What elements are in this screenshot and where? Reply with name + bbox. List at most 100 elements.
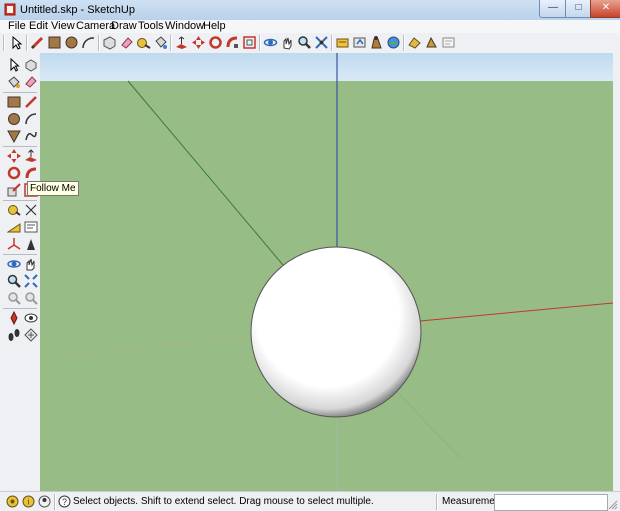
eraser-icon[interactable] (24, 75, 38, 89)
components-icon[interactable] (369, 35, 384, 50)
offset-icon[interactable] (242, 35, 257, 50)
measurements-input[interactable] (494, 494, 608, 511)
menu-view[interactable]: View (51, 20, 75, 33)
add-location-icon[interactable] (441, 35, 456, 50)
svg-text:?: ? (62, 497, 67, 507)
look-around-icon[interactable] (24, 311, 38, 325)
menu-tools[interactable]: Tools (138, 20, 164, 33)
rotate-icon[interactable] (208, 35, 223, 50)
toolbar-separator (331, 35, 333, 51)
axes-icon[interactable] (7, 237, 21, 251)
palette-separator (3, 146, 37, 147)
rectangle-icon[interactable] (7, 95, 21, 109)
title-bar[interactable]: Untitled.skp - SketchUp — □ ✕ (0, 0, 620, 20)
3d-text-icon[interactable] (24, 237, 38, 251)
pencil-line-icon[interactable] (30, 35, 45, 50)
menu-edit[interactable]: Edit (29, 20, 48, 33)
close-button[interactable]: ✕ (590, 0, 620, 18)
line-icon[interactable] (24, 95, 38, 109)
minimize-button[interactable]: — (539, 0, 567, 18)
window-title: Untitled.skp - SketchUp (20, 4, 135, 16)
viewport-edge (613, 33, 620, 491)
toolbar-separator (98, 35, 100, 51)
circle-icon[interactable] (7, 112, 21, 126)
orbit-icon[interactable] (7, 257, 21, 271)
main-toolbar (0, 33, 620, 54)
zoom-extents-icon[interactable] (314, 35, 329, 50)
status-separator (54, 494, 56, 510)
pan-icon[interactable] (24, 257, 38, 271)
freehand-icon[interactable] (24, 129, 38, 143)
menu-camera[interactable]: Camera (76, 20, 115, 33)
red-axis-line (419, 302, 613, 322)
share-model-icon[interactable] (352, 35, 367, 50)
menu-draw[interactable]: Draw (111, 20, 137, 33)
user-icon[interactable] (38, 495, 51, 508)
sphere-model[interactable] (250, 246, 422, 418)
get-photo-texture-icon[interactable] (386, 35, 401, 50)
maximize-button[interactable]: □ (565, 0, 592, 18)
zoom-icon[interactable] (297, 35, 312, 50)
drawing-viewport[interactable] (40, 53, 613, 491)
sketchup-window: Untitled.skp - SketchUp — □ ✕ File Edit … (0, 0, 620, 511)
select-icon[interactable] (7, 57, 21, 72)
tape-measure-icon[interactable] (136, 35, 151, 50)
menu-help[interactable]: Help (203, 20, 226, 33)
arc-icon[interactable] (81, 35, 96, 50)
pan-icon[interactable] (280, 35, 295, 50)
follow-me-icon[interactable] (225, 35, 240, 50)
position-camera-icon[interactable] (7, 310, 21, 326)
rotate-icon[interactable] (7, 166, 21, 180)
toolbar-separator (170, 35, 172, 51)
walk-icon[interactable] (7, 328, 21, 342)
red-axis-dashed (40, 335, 251, 360)
sketchup-app-icon (4, 3, 16, 16)
zoom-window-icon[interactable] (24, 274, 38, 288)
menu-window[interactable]: Window (165, 20, 204, 33)
move-icon[interactable] (7, 149, 21, 163)
dimension-icon[interactable] (24, 203, 38, 217)
protractor-icon[interactable] (6, 220, 21, 234)
follow-me-tooltip: Follow Me (27, 181, 79, 196)
section-plane-icon[interactable] (24, 328, 38, 342)
move-icon[interactable] (191, 35, 206, 50)
arc-icon[interactable] (24, 112, 38, 126)
toolbar-separator (26, 35, 28, 51)
previous-view-icon[interactable] (7, 291, 21, 305)
svg-text:i: i (28, 498, 30, 507)
paint-bucket-icon[interactable] (153, 35, 168, 50)
make-component-icon[interactable] (102, 35, 117, 50)
zoom-icon[interactable] (7, 274, 21, 288)
scale-icon[interactable] (7, 183, 21, 197)
text-icon[interactable] (24, 220, 38, 234)
circle-icon[interactable] (64, 35, 79, 50)
make-component-icon[interactable] (24, 58, 38, 72)
google-earth-icon[interactable] (407, 35, 422, 50)
select-arrow-icon[interactable] (9, 35, 24, 50)
menu-file[interactable]: File (8, 20, 26, 33)
green-axis-line (127, 80, 284, 266)
menu-bar: File Edit View Camera Draw Tools Window … (0, 20, 620, 33)
palette-separator (3, 308, 37, 309)
orbit-icon[interactable] (263, 35, 278, 50)
next-view-icon[interactable] (24, 291, 38, 305)
status-separator (436, 494, 438, 510)
toolbar-grip (3, 35, 5, 51)
push-pull-icon[interactable] (174, 35, 189, 50)
get-models-icon[interactable] (335, 35, 350, 50)
polygon-icon[interactable] (7, 129, 21, 144)
place-model-icon[interactable] (424, 35, 439, 50)
push-pull-icon[interactable] (24, 149, 38, 163)
model-scene (40, 53, 613, 491)
help-icon[interactable]: ? (58, 495, 71, 508)
follow-me-icon[interactable] (24, 166, 38, 180)
tools-palette (0, 53, 41, 491)
eraser-icon[interactable] (119, 35, 134, 50)
tape-measure-icon[interactable] (7, 203, 21, 217)
geo-location-icon[interactable] (6, 495, 19, 508)
paint-bucket-icon[interactable] (7, 75, 21, 89)
rectangle-icon[interactable] (47, 35, 62, 50)
toolbar-separator (259, 35, 261, 51)
credits-icon[interactable]: i (22, 495, 35, 508)
resize-grip-icon[interactable] (608, 500, 618, 510)
